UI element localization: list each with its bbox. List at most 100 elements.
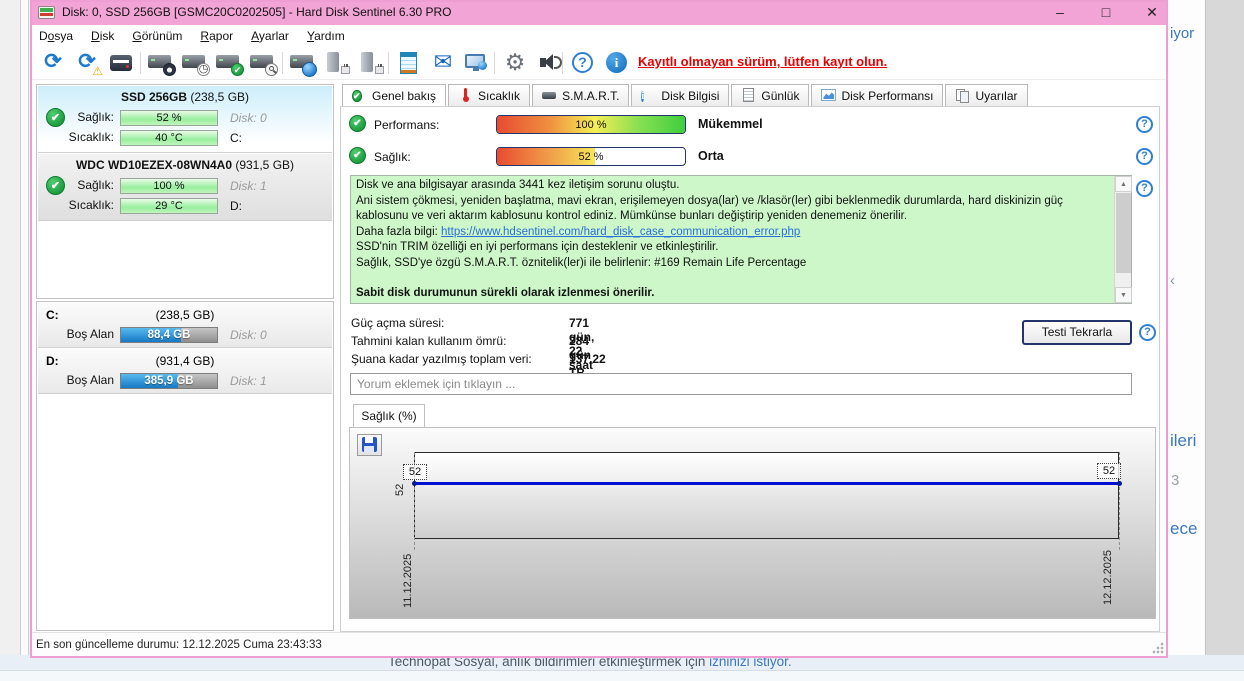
info-circle-icon: i — [641, 91, 645, 102]
help-icon[interactable]: ? — [1136, 116, 1153, 133]
health-bar: 52 % — [120, 110, 218, 126]
tab-disk-performansi[interactable]: Disk Performansı — [811, 84, 944, 107]
tab-sicaklik[interactable]: Sıcaklık — [448, 84, 531, 107]
performance-bar: 100 % — [496, 115, 686, 134]
health-ok-icon: ✔ — [349, 147, 366, 164]
refresh-icon[interactable]: ⟳ — [38, 49, 68, 77]
message-line: Disk ve ana bilgisayar arasında 3441 kez… — [356, 179, 680, 191]
help-icon[interactable]: ? — [568, 49, 598, 77]
performance-ok-icon: ✔ — [349, 115, 366, 132]
temp-label: Sıcaklık: — [68, 130, 114, 144]
performance-status: Mükemmel — [698, 117, 763, 131]
background-lower-band — [0, 670, 1244, 681]
disk-item-ssd[interactable]: SSD 256GB (238,5 GB) ✔ Sağlık: 52 % Disk… — [38, 86, 332, 153]
temp-bar: 29 °C — [120, 198, 218, 214]
app-disk-icon — [38, 6, 55, 19]
tab-gunluk[interactable]: Günlük — [731, 84, 810, 107]
disk-ref: Disk: 1 — [230, 374, 267, 388]
chart-point-right — [1117, 481, 1122, 486]
disk-check-icon[interactable]: ✔ — [214, 49, 244, 77]
scroll-thumb[interactable] — [1116, 193, 1131, 273]
chart-plot-area — [414, 452, 1119, 539]
partition-item-c[interactable]: C: (238,5 GB) Boş Alan 88,4 GB Disk: 0 — [38, 303, 332, 348]
chart-tab-saglik[interactable]: Sağlık (%) — [353, 404, 425, 428]
toolbar: ⟳ ⟳ ⚠ ◷ ✔ ✉ ⚙ ? i Kayıtlı olmayan sürüm, … — [30, 46, 1168, 80]
partition-item-d[interactable]: D: (931,4 GB) Boş Alan 385,9 GB Disk: 1 — [38, 349, 332, 394]
minimize-button[interactable]: – — [1046, 2, 1074, 22]
message-scrollbar[interactable]: ▲ ▼ — [1114, 176, 1132, 303]
mail-icon[interactable]: ✉ — [428, 49, 458, 77]
performance-label: Performans: — [374, 118, 440, 132]
menu-dosya[interactable]: Dosya — [30, 27, 82, 45]
disk-eject-icon[interactable] — [322, 49, 352, 77]
info-icon[interactable]: i — [602, 49, 632, 77]
message-line: Ani sistem çökmesi, yeniden başlatma, ma… — [356, 194, 1063, 223]
temp-label: Sıcaklık: — [68, 198, 114, 212]
disk-gauge-icon[interactable] — [146, 49, 176, 77]
health-status: Orta — [698, 149, 724, 163]
notes-icon[interactable] — [394, 49, 424, 77]
globe-disk-icon[interactable] — [288, 49, 318, 77]
help-icon[interactable]: ? — [1136, 148, 1153, 165]
health-chart-panel: 52 52 52 11.12.2025 12.12.2025 — [349, 427, 1156, 619]
refresh-warning-icon[interactable]: ⟳ ⚠ — [72, 49, 103, 78]
free-space-label: Boş Alan — [66, 327, 114, 341]
comment-input[interactable] — [350, 373, 1132, 395]
chart-point-label: 52 — [1097, 463, 1121, 479]
health-message-box: Disk ve ana bilgisayar arasında 3441 kez… — [350, 175, 1132, 304]
menu-ayarlar[interactable]: Ayarlar — [242, 27, 298, 45]
window-title: Disk: 0, SSD 256GB [GSMC20C0202505] - Ha… — [62, 5, 452, 19]
temp-bar: 40 °C — [120, 130, 218, 146]
disk-connect-icon[interactable] — [356, 49, 386, 77]
background-text-fragment: 3 — [1171, 472, 1180, 489]
pages-icon — [955, 88, 970, 103]
tab-genel-bakis[interactable]: ✔ Genel bakış — [342, 84, 447, 107]
close-button[interactable]: ✕ — [1138, 2, 1166, 22]
report-icon[interactable] — [106, 49, 136, 77]
menu-yardim[interactable]: Yardım — [298, 27, 354, 45]
disk-ref: Disk: 1 — [230, 179, 267, 193]
app-window: Disk: 0, SSD 256GB [GSMC20C0202505] - Ha… — [30, 0, 1168, 658]
maximize-button[interactable]: □ — [1092, 2, 1120, 22]
health-label: Sağlık: — [77, 110, 114, 124]
tab-smart[interactable]: S.M.A.R.T. — [532, 84, 630, 107]
tab-uyarilar[interactable]: Uyarılar — [945, 84, 1028, 107]
background-text-fragment: iyor — [1170, 25, 1195, 42]
help-icon[interactable]: ? — [1139, 324, 1156, 341]
disk-clock-icon[interactable]: ◷ — [180, 49, 210, 77]
retest-button[interactable]: Testi Tekrarla — [1022, 320, 1132, 345]
health-bar: 52 % — [496, 147, 686, 166]
stat-label: Güç açma süresi: — [351, 316, 445, 330]
drive-letter: D: — [230, 199, 242, 213]
more-info-link[interactable]: https://www.hdsentinel.com/hard_disk_cas… — [441, 226, 800, 238]
disk-item-wdc[interactable]: WDC WD10EZEX-08WN4A0 (931,5 GB) ✔ Sağlık… — [38, 154, 332, 221]
disk-search-icon[interactable] — [248, 49, 278, 77]
free-space-label: Boş Alan — [66, 373, 114, 387]
overview-content: ✔ Performans: 100 % Mükemmel ? ✔ Sağlık:… — [340, 106, 1160, 632]
remote-computer-icon[interactable] — [462, 49, 492, 77]
resize-grip[interactable] — [1152, 642, 1164, 654]
chart-point-label: 52 — [403, 464, 427, 480]
scroll-down-icon[interactable]: ▼ — [1115, 287, 1132, 303]
save-floppy-icon — [362, 437, 377, 452]
background-page-strip — [1168, 0, 1205, 657]
chart-save-button[interactable] — [357, 434, 382, 456]
health-bar: 100 % — [120, 178, 218, 194]
menu-rapor[interactable]: Rapor — [191, 27, 242, 45]
sounds-speaker-icon[interactable] — [534, 49, 564, 77]
register-notice[interactable]: Kayıtlı olmayan sürüm, lütfen kayıt olun… — [638, 54, 938, 69]
settings-gear-icon[interactable]: ⚙ — [500, 49, 530, 77]
tab-disk-bilgisi[interactable]: i Disk Bilgisi — [631, 84, 730, 107]
partition-list-panel: C: (238,5 GB) Boş Alan 88,4 GB Disk: 0 D… — [36, 301, 334, 631]
drive-letter: C: — [230, 131, 242, 145]
partition-size: (931,4 GB) — [155, 354, 215, 368]
background-scrollbar-strip — [20, 0, 29, 657]
background-text-fragment: ileri — [1170, 431, 1197, 450]
scroll-up-icon[interactable]: ▲ — [1115, 176, 1132, 192]
status-bar: En son güncelleme durumu: 12.12.2025 Cum… — [30, 632, 1168, 658]
title-bar[interactable]: Disk: 0, SSD 256GB [GSMC20C0202505] - Ha… — [30, 0, 1168, 25]
menu-disk[interactable]: Disk — [82, 27, 123, 45]
menu-gorunum[interactable]: Görünüm — [123, 27, 191, 45]
chart-icon — [821, 88, 837, 103]
help-icon[interactable]: ? — [1136, 180, 1153, 197]
